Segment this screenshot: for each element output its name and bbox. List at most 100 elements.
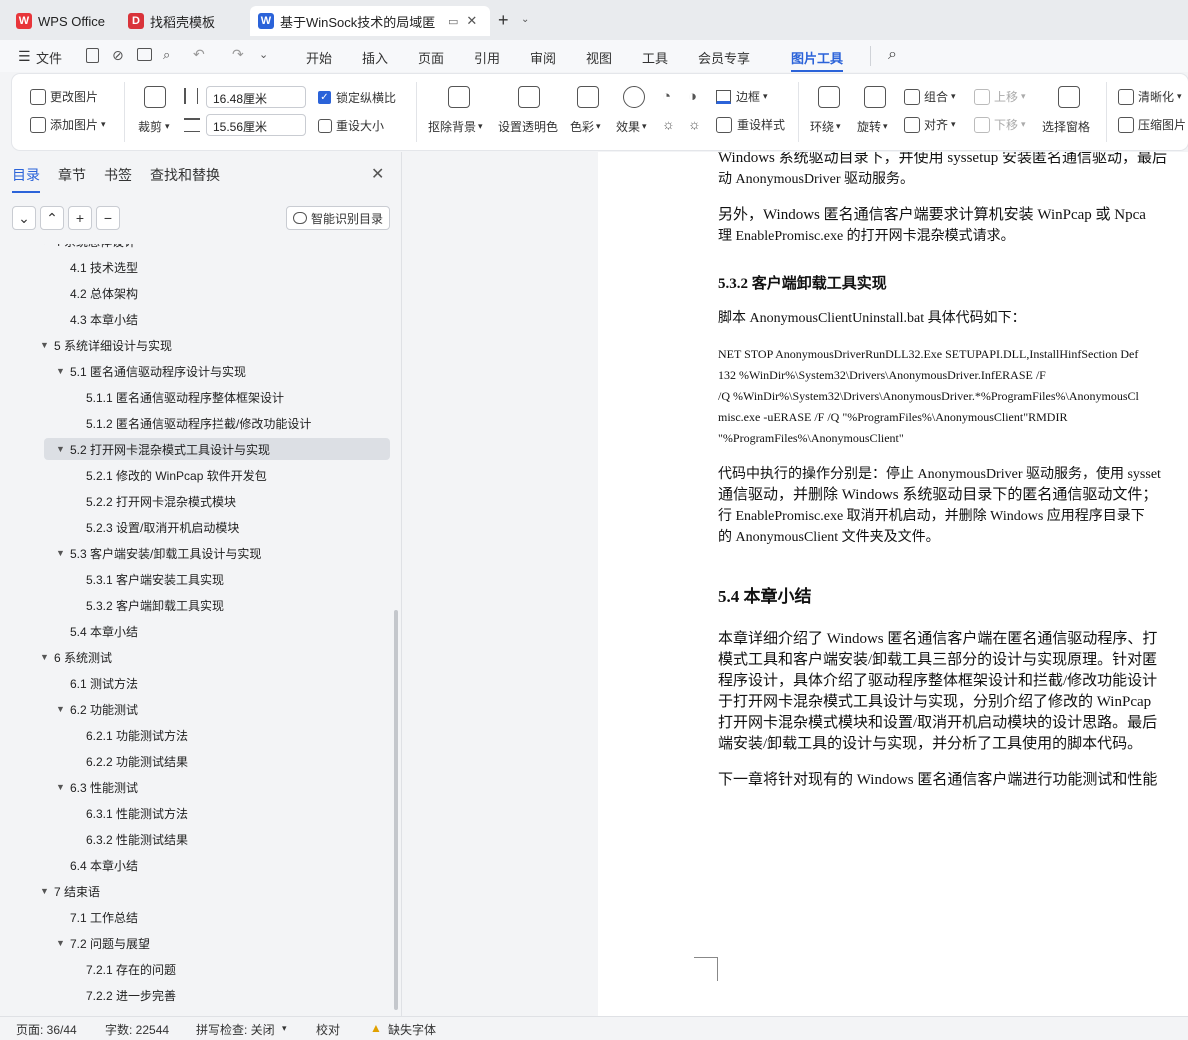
more-chevron-icon[interactable]: ⌄ bbox=[259, 48, 268, 61]
spell-check-status[interactable]: 拼写检查: 关闭 bbox=[196, 1021, 275, 1038]
height-input[interactable]: 15.56厘米 bbox=[206, 114, 306, 136]
reset-style-button[interactable]: 重设样式 bbox=[716, 116, 785, 133]
toc-item[interactable]: ▼ 7.2 问题与展望 bbox=[44, 932, 390, 954]
expand-arrow-icon[interactable]: ▼ bbox=[56, 938, 65, 948]
toc-item[interactable]: 5.4 本章小结 bbox=[44, 620, 390, 642]
rotate-icon[interactable] bbox=[864, 86, 886, 108]
brightness-up-icon[interactable]: ◔ bbox=[662, 88, 671, 105]
collapse-down-button[interactable]: ⌄ bbox=[12, 206, 36, 230]
search-icon[interactable]: ⌕ bbox=[888, 46, 897, 64]
toc-item[interactable]: ▼ 6.2 功能测试 bbox=[44, 698, 390, 720]
toc-item[interactable]: 5.3.1 客户端安装工具实现 bbox=[44, 568, 390, 590]
toc-item[interactable]: 6.4 本章小结 bbox=[44, 854, 390, 876]
expand-arrow-icon[interactable]: ▼ bbox=[40, 244, 49, 246]
toc-item[interactable]: 5.2.3 设置/取消开机启动模块 bbox=[44, 516, 390, 538]
expand-arrow-icon[interactable]: ▼ bbox=[56, 704, 65, 714]
lock-ratio-checkbox[interactable]: ✓ 锁定纵横比 bbox=[318, 89, 396, 106]
toc-item[interactable]: ▼ 4 系统总体设计 bbox=[40, 244, 390, 252]
expand-arrow-icon[interactable]: ▼ bbox=[40, 652, 49, 662]
wrap-button[interactable]: 环绕 ▾ bbox=[810, 118, 841, 135]
brightness-icon[interactable]: ☼ bbox=[662, 116, 675, 132]
effect-button[interactable]: 效果 ▾ bbox=[616, 118, 647, 135]
move-up-button[interactable]: 上移 ▾ bbox=[974, 88, 1026, 105]
toc-item[interactable]: 6.3.2 性能测试结果 bbox=[44, 828, 390, 850]
expand-arrow-icon[interactable]: ▼ bbox=[56, 782, 65, 792]
new-tab-button[interactable]: + bbox=[498, 10, 509, 31]
close-icon[interactable]: ✕ bbox=[371, 164, 384, 184]
menu-tools[interactable]: 工具 bbox=[642, 48, 668, 67]
toc-item[interactable]: 5.3.2 客户端卸载工具实现 bbox=[44, 594, 390, 616]
border-button[interactable]: 边框 ▾ bbox=[716, 88, 768, 105]
menu-view[interactable]: 视图 bbox=[586, 48, 612, 67]
menu-reference[interactable]: 引用 bbox=[474, 48, 500, 67]
tab-chapters[interactable]: 章节 bbox=[58, 165, 86, 185]
toc-item[interactable]: ▼ 5.1 匿名通信驱动程序设计与实现 bbox=[44, 360, 390, 382]
toc-item[interactable]: 7.1 工作总结 bbox=[44, 906, 390, 928]
toc-item[interactable]: 7.2.2 进一步完善 bbox=[44, 984, 390, 1006]
tab-toc[interactable]: 目录 bbox=[12, 165, 40, 193]
menu-page[interactable]: 页面 bbox=[418, 48, 444, 67]
remove-background-icon[interactable] bbox=[448, 86, 470, 108]
toc-item[interactable]: 6.2.1 功能测试方法 bbox=[44, 724, 390, 746]
hamburger-icon[interactable]: ☰ bbox=[18, 48, 31, 65]
tab-bookmarks[interactable]: 书签 bbox=[104, 165, 132, 185]
missing-font-button[interactable]: 缺失字体 bbox=[388, 1021, 436, 1038]
print-icon[interactable] bbox=[137, 48, 152, 61]
menu-file[interactable]: 文件 bbox=[36, 48, 62, 67]
menu-review[interactable]: 审阅 bbox=[530, 48, 556, 67]
proofread-button[interactable]: 校对 bbox=[316, 1021, 340, 1038]
sharpen-button[interactable]: 清晰化 ▾ bbox=[1118, 88, 1182, 105]
remove-background-button[interactable]: 抠除背景 ▾ bbox=[428, 118, 483, 135]
menu-member[interactable]: 会员专享 bbox=[698, 48, 750, 67]
chevron-down-icon[interactable]: ▾ bbox=[282, 1023, 287, 1034]
contrast-down-icon[interactable]: ☼ bbox=[688, 116, 701, 132]
add-picture-button[interactable]: 添加图片 ▾ bbox=[30, 116, 106, 133]
move-down-button[interactable]: 下移 ▾ bbox=[974, 116, 1026, 133]
expand-arrow-icon[interactable]: ▼ bbox=[56, 444, 65, 454]
tab-document[interactable]: W 基于WinSock技术的局域匿 ▭ ✕ bbox=[250, 6, 490, 36]
add-heading-button[interactable]: + bbox=[68, 206, 92, 230]
menu-insert[interactable]: 插入 bbox=[362, 48, 388, 67]
color-icon[interactable] bbox=[577, 86, 599, 108]
toc-item[interactable]: 6.2.2 功能测试结果 bbox=[44, 750, 390, 772]
select-pane-button[interactable]: 选择窗格 bbox=[1042, 118, 1090, 135]
link-icon[interactable]: ⊘ bbox=[112, 47, 124, 64]
toc-item[interactable]: ▼ 6.3 性能测试 bbox=[44, 776, 390, 798]
sidebar-scrollbar[interactable] bbox=[394, 610, 398, 1010]
toc-item[interactable]: 4.3 本章小结 bbox=[44, 308, 390, 330]
select-pane-icon[interactable] bbox=[1058, 86, 1080, 108]
toc-item[interactable]: 4.2 总体架构 bbox=[44, 282, 390, 304]
chevron-down-icon[interactable]: ⌄ bbox=[521, 14, 529, 25]
page-indicator[interactable]: 页面: 36/44 bbox=[16, 1021, 77, 1038]
set-transparent-button[interactable]: 设置透明色 bbox=[498, 118, 558, 135]
resize-button[interactable]: 重设大小 bbox=[318, 117, 384, 134]
preview-icon[interactable]: ⌕ bbox=[163, 47, 170, 63]
contrast-icon[interactable]: ◑ bbox=[688, 88, 697, 105]
tab-find-replace[interactable]: 查找和替换 bbox=[150, 165, 220, 185]
toc-item[interactable]: ▼ 7 结束语 bbox=[40, 880, 390, 902]
toc-item[interactable]: ▼ 5.2 打开网卡混杂模式工具设计与实现 bbox=[44, 438, 390, 460]
smart-toc-button[interactable]: 智能识别目录 bbox=[286, 206, 390, 230]
crop-icon[interactable] bbox=[144, 86, 166, 108]
toc-item[interactable]: 5.2.2 打开网卡混杂模式模块 bbox=[44, 490, 390, 512]
toc-item[interactable]: 7.2.1 存在的问题 bbox=[44, 958, 390, 980]
menu-picture-tools[interactable]: 图片工具 bbox=[791, 48, 844, 72]
toc-item[interactable]: ▼ 5.3 客户端安装/卸载工具设计与实现 bbox=[44, 542, 390, 564]
expand-arrow-icon[interactable]: ▼ bbox=[56, 548, 65, 558]
toc-item[interactable]: 4.1 技术选型 bbox=[44, 256, 390, 278]
toc-item[interactable]: 5.1.2 匿名通信驱动程序拦截/修改功能设计 bbox=[44, 412, 390, 434]
change-picture-button[interactable]: 更改图片 bbox=[30, 88, 98, 105]
crop-button[interactable]: 裁剪 ▾ bbox=[138, 118, 170, 135]
toc-item[interactable]: ▼ 6 系统测试 bbox=[40, 646, 390, 668]
remove-heading-button[interactable]: − bbox=[96, 206, 120, 230]
toc-item[interactable]: 5.1.1 匿名通信驱动程序整体框架设计 bbox=[44, 386, 390, 408]
width-input[interactable]: 16.48厘米 bbox=[206, 86, 306, 108]
toc-item[interactable]: 6.3.1 性能测试方法 bbox=[44, 802, 390, 824]
toc-item[interactable]: 5.2.1 修改的 WinPcap 软件开发包 bbox=[44, 464, 390, 486]
rotate-button[interactable]: 旋转 ▾ bbox=[857, 118, 888, 135]
menu-home[interactable]: 开始 bbox=[306, 48, 332, 67]
close-icon[interactable]: ✕ bbox=[466, 13, 477, 29]
save-icon[interactable] bbox=[86, 48, 99, 63]
wrap-icon[interactable] bbox=[818, 86, 840, 108]
word-count[interactable]: 字数: 22544 bbox=[105, 1021, 169, 1038]
